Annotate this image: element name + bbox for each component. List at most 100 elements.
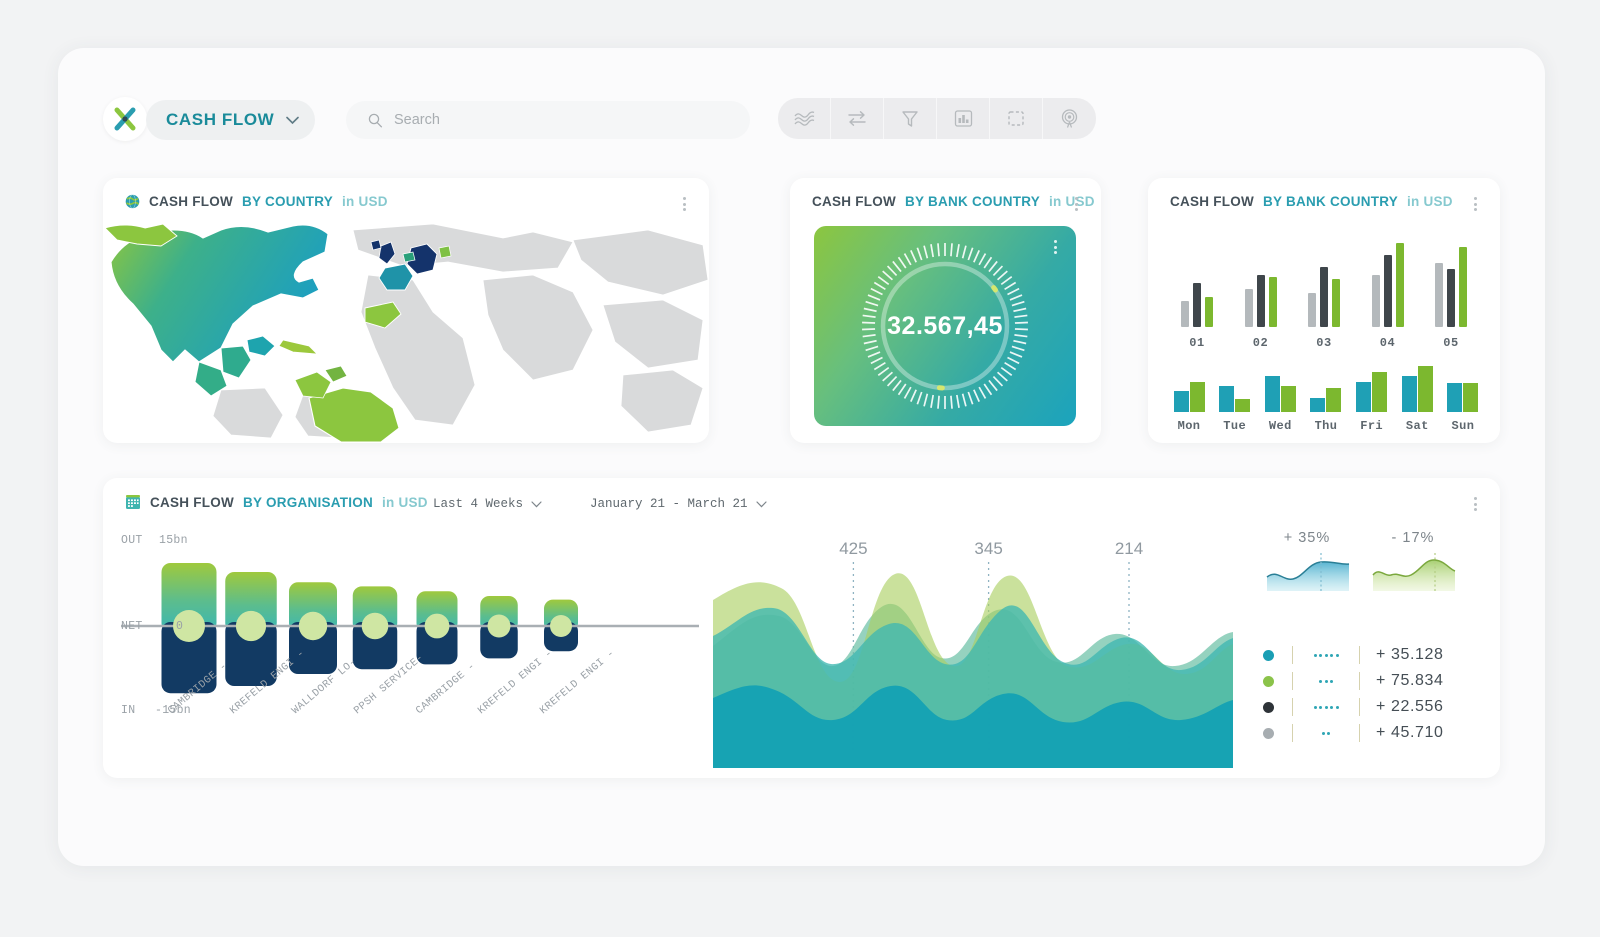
stream-annotation-label: 425 [839, 540, 867, 558]
exchange-arrows-icon [848, 111, 866, 126]
bar [1310, 397, 1326, 412]
weekday-label: Sat [1405, 419, 1429, 433]
legend-row[interactable]: + 45.710 [1263, 720, 1478, 746]
legend-row[interactable]: + 75.834 [1263, 668, 1478, 694]
bar [1235, 398, 1251, 412]
legend-color-dot [1263, 649, 1274, 661]
filter-button[interactable] [884, 98, 937, 139]
monthly-bar-chart[interactable]: 01 02 03 04 05 [1170, 234, 1478, 350]
weekday-label: Tue [1223, 419, 1247, 433]
stream-area-chart[interactable]: 425 345 214 [713, 539, 1233, 768]
weekday-label: Mon [1177, 419, 1201, 433]
bar-group[interactable]: 04 [1361, 239, 1415, 350]
period-filter-dropdown[interactable]: Last 4 Weeks [433, 497, 542, 511]
legend-gauge-dot [1324, 705, 1328, 709]
bar [1463, 383, 1479, 412]
card-menu-org[interactable] [1468, 495, 1482, 513]
axis-label-net-tag: NET [121, 620, 143, 633]
search-input[interactable] [394, 112, 694, 128]
sparkline-negative[interactable]: - 17% [1369, 530, 1457, 596]
waterfall-chart[interactable]: CAMBRIDGE - KREFELD ENGI - WALLDORF LO- PPS… [121, 534, 701, 766]
bar-group[interactable]: 01 [1170, 239, 1224, 350]
bar [1447, 269, 1455, 327]
bar-group[interactable]: 05 [1424, 239, 1478, 350]
bar [1326, 388, 1342, 412]
dashed-square-icon [1008, 111, 1024, 126]
card-menu-map[interactable] [677, 195, 691, 213]
radar-button[interactable] [1043, 98, 1096, 139]
bar [1401, 376, 1417, 412]
legend-gauge-dot [1324, 679, 1328, 683]
bar [1383, 255, 1392, 327]
weekday-bar-group[interactable]: Tue [1214, 364, 1256, 433]
world-map[interactable] [103, 220, 709, 442]
gauge-value: 32.567,45 [887, 311, 1003, 340]
card-title-main: CASH FLOW [1170, 194, 1254, 209]
bar [1268, 277, 1277, 327]
legend-row[interactable]: + 35.128 [1263, 642, 1478, 668]
weekday-bar-group[interactable]: Thu [1305, 364, 1347, 433]
gauge-tile-menu[interactable] [1048, 238, 1062, 256]
date-range-filter-dropdown[interactable]: January 21 - March 21 [590, 497, 767, 511]
bar [1173, 390, 1189, 412]
legend-dot-gauge [1292, 672, 1360, 690]
axis-label-net-value: 0 [176, 620, 184, 633]
date-range-filter-label: January 21 - March 21 [590, 497, 748, 511]
search-icon [368, 113, 383, 127]
weekday-bar-group[interactable]: Sun [1442, 364, 1484, 433]
bar-chart-icon [954, 110, 972, 127]
bar [1205, 297, 1213, 327]
stream-annotation-label: 345 [974, 540, 1002, 558]
legend-gauge-dot [1324, 653, 1328, 657]
bar-group-label: 03 [1316, 336, 1332, 350]
sparkline-row: + 35% - 17% [1263, 530, 1478, 596]
waterfall-category-label: CAMBRIDGE - [414, 660, 478, 717]
weekday-bar-group[interactable]: Fri [1351, 364, 1393, 433]
bar [1308, 293, 1316, 327]
weekday-bar-group[interactable]: Wed [1259, 364, 1301, 433]
bar-group[interactable]: 02 [1234, 239, 1288, 350]
chart-button[interactable] [937, 98, 990, 139]
select-area-button[interactable] [990, 98, 1043, 139]
period-filter-label: Last 4 Weeks [433, 497, 524, 511]
gauge-tile[interactable]: 32.567,45 [814, 226, 1076, 426]
bar [1395, 243, 1404, 327]
card-menu-bars[interactable] [1468, 195, 1482, 213]
weekday-bar-group[interactable]: Mon [1168, 364, 1210, 433]
search-bar[interactable] [346, 101, 750, 139]
legend-gauge-dot [1330, 705, 1333, 709]
sparkline-positive[interactable]: + 35% [1263, 530, 1351, 596]
weekday-bar-chart[interactable]: Mon Tue Wed Thu Fri Sat Sun [1168, 363, 1484, 433]
bar-group[interactable]: 03 [1297, 239, 1351, 350]
bar-group-label: 05 [1443, 336, 1459, 350]
bar-group-label: 02 [1252, 336, 1269, 350]
axis-label-out-value: 15bn [159, 534, 188, 547]
legend-gauge-dot [1319, 679, 1322, 683]
bar [1264, 375, 1280, 412]
bar [1356, 382, 1372, 412]
app-logo[interactable] [103, 97, 147, 141]
card-title-bars: CASH FLOW BY BANK COUNTRY in USD [1170, 194, 1453, 209]
stream-svg: 425 345 214 [713, 539, 1233, 768]
card-title-map: CASH FLOW BY COUNTRY in USD [125, 194, 388, 209]
dashboard-title-dropdown[interactable]: CASH FLOW [146, 100, 316, 140]
card-menu-gauge[interactable] [1069, 195, 1083, 213]
card-cash-flow-by-country: CASH FLOW BY COUNTRY in USD [103, 178, 709, 443]
legend-value: + 75.834 [1376, 672, 1444, 689]
transfers-button[interactable] [831, 98, 884, 139]
card-title-org: CASH FLOW BY ORGANISATION in USD [125, 494, 428, 510]
globe-icon [125, 194, 140, 209]
weekday-bar-group[interactable]: Sat [1396, 364, 1438, 433]
filter-funnel-icon [902, 110, 918, 127]
x-cross-logo-icon [114, 107, 136, 131]
page-title: CASH FLOW [166, 110, 275, 129]
trend-line-button[interactable] [778, 98, 831, 139]
legend-dot-gauge [1292, 724, 1360, 742]
legend-color-dot [1263, 675, 1274, 687]
legend-row[interactable]: + 22.556 [1263, 694, 1478, 720]
axis-label-out-tag: OUT [121, 534, 143, 547]
bar [1447, 383, 1463, 412]
bar [1181, 301, 1189, 327]
bar-group-label: 01 [1189, 336, 1205, 350]
legend-color-dot [1263, 727, 1274, 739]
